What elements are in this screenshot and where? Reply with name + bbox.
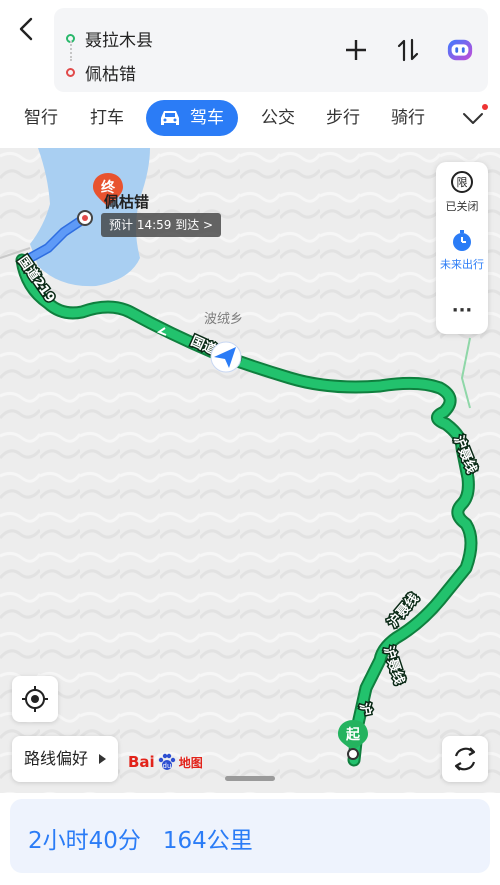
bottom-sheet: 2小时40分 164公里 (0, 793, 500, 885)
assistant-button[interactable] (446, 36, 474, 64)
current-location-icon (210, 341, 242, 373)
svg-text:du: du (162, 762, 171, 770)
poi-bonrong: 波绒乡 (204, 312, 244, 327)
swap-route-button[interactable] (394, 36, 422, 64)
plus-icon (346, 40, 366, 60)
destination-dot-icon (66, 68, 75, 77)
route-duration: 2小时40分 (28, 828, 141, 854)
refresh-icon (454, 747, 476, 771)
stopwatch-icon (453, 230, 471, 251)
route-preference-label: 路线偏好 (24, 749, 89, 768)
tab-drive-label: 驾车 (190, 108, 224, 128)
map-control-panel: 限 已关闭 未来出行 ··· (436, 162, 488, 334)
map-canvas: 国道219 国道219 沪聂线 沪聂线 沪聂线 沪 (0, 148, 500, 793)
svg-text:起: 起 (345, 726, 361, 743)
locate-icon (22, 686, 48, 712)
add-waypoint-button[interactable] (342, 36, 370, 64)
triangle-right-icon (99, 754, 106, 764)
back-button[interactable] (12, 14, 42, 44)
header: 聂拉木县 佩枯错 智行 打车 驾车 公交 步行 骑行 (0, 0, 500, 148)
tab-bus[interactable]: 公交 (261, 100, 295, 136)
route-input-box: 聂拉木县 佩枯错 (54, 8, 488, 92)
refresh-button[interactable] (442, 736, 488, 782)
future-trip-button[interactable]: 未来出行 (436, 228, 488, 272)
logo-text-map: 地图 (178, 755, 203, 770)
limit-icon: 限 (451, 171, 473, 193)
future-label: 未来出行 (440, 258, 484, 271)
tab-smart[interactable]: 智行 (24, 100, 58, 136)
back-arrow-icon (19, 17, 33, 41)
locate-button[interactable] (12, 676, 58, 722)
assistant-robot-icon (447, 39, 473, 61)
tab-walk[interactable]: 步行 (326, 100, 360, 136)
destination-point-icon (77, 210, 93, 226)
route-actions (342, 36, 474, 64)
tab-ride[interactable]: 骑行 (391, 100, 425, 136)
more-dots-icon: ··· (451, 300, 473, 321)
stop-connector (70, 41, 72, 61)
paw-icon: du (158, 753, 175, 770)
drag-handle[interactable] (225, 776, 275, 781)
eta-chip[interactable]: 预计 14:59 到达 > (101, 213, 222, 237)
origin-field[interactable]: 聂拉木县 (66, 26, 153, 51)
map-view[interactable]: 国道219 国道219 沪聂线 沪聂线 沪聂线 沪 波绒乡 (0, 148, 500, 793)
route-preference-button[interactable]: 路线偏好 (12, 736, 118, 782)
svg-text:限: 限 (457, 176, 468, 189)
swap-icon (397, 38, 419, 62)
notification-dot (482, 104, 488, 110)
origin-text: 聂拉木县 (85, 31, 153, 51)
destination-field[interactable]: 佩枯错 (66, 60, 136, 85)
more-options-button[interactable]: ··· (436, 300, 488, 324)
destination-map-label: 佩枯错 (104, 193, 150, 211)
baidu-logo: Bai du 地图 (128, 752, 203, 772)
logo-text-bai: Bai (128, 753, 155, 771)
start-pin[interactable]: 起 (336, 718, 370, 760)
route-distance: 164公里 (162, 828, 253, 854)
route-summary-card[interactable]: 2小时40分 164公里 (10, 799, 490, 873)
destination-text: 佩枯错 (85, 65, 136, 85)
limit-label: 已关闭 (445, 200, 479, 213)
start-pin-icon: 起 (338, 720, 368, 760)
tab-taxi[interactable]: 打车 (90, 100, 124, 136)
car-icon (161, 111, 179, 125)
mode-tabs: 智行 打车 驾车 公交 步行 骑行 (0, 100, 500, 140)
traffic-limit-button[interactable]: 限 已关闭 (436, 170, 488, 214)
tab-drive[interactable]: 驾车 (146, 100, 238, 136)
